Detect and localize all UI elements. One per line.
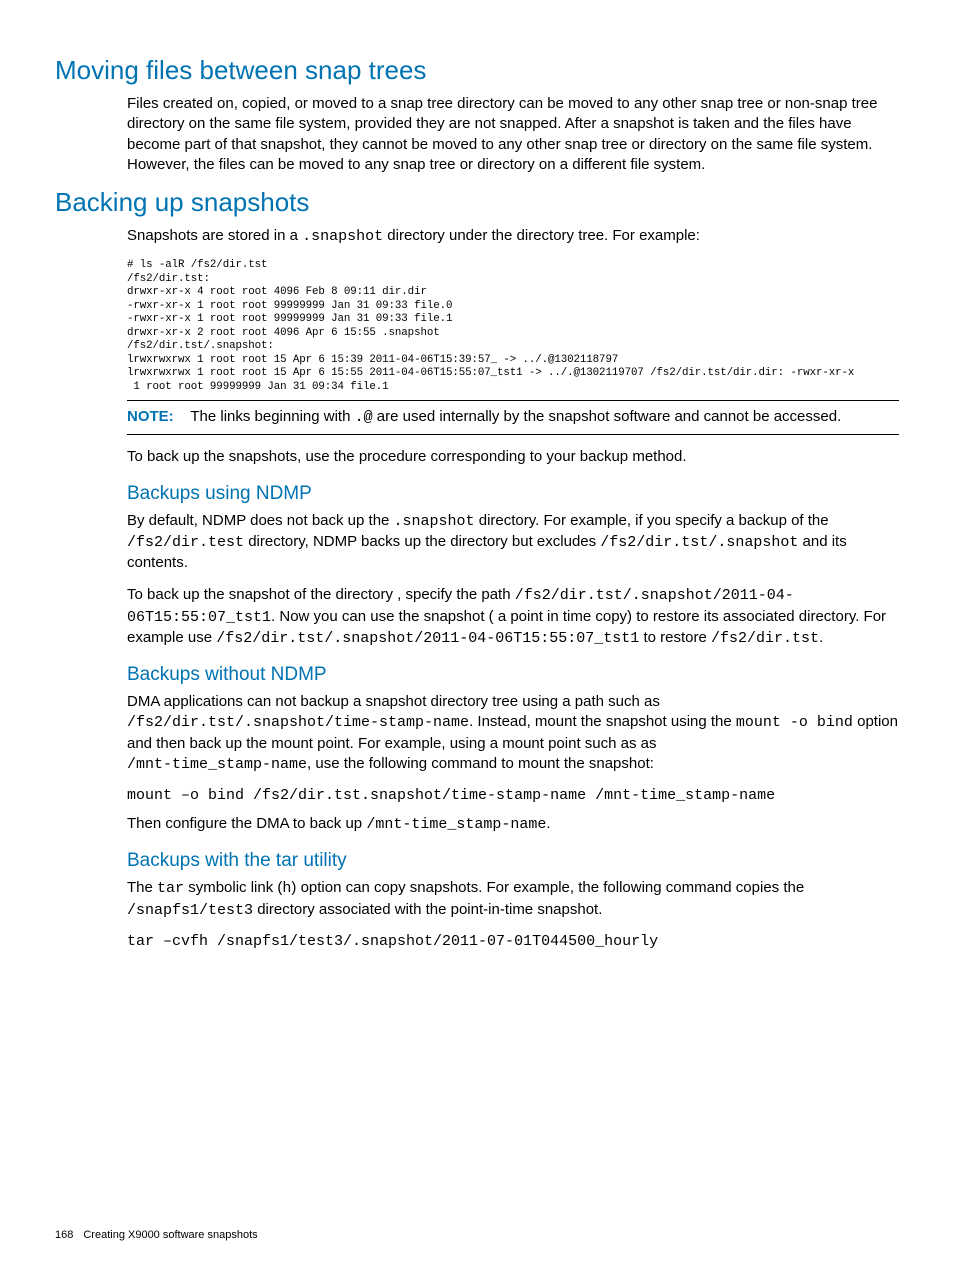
para-ndmp-2: To back up the snapshot of the directory… [127,585,899,649]
text: The [127,879,157,896]
heading-tar: Backups with the tar utility [127,850,899,872]
page-number: 168 [55,1229,73,1241]
inline-code: mount -o bind [736,714,853,731]
text: ) option can copy snapshots. For example… [291,879,804,896]
text: . [819,629,823,646]
text: To back up the snapshot of the directory… [127,586,515,603]
note-box: NOTE: The links beginning with .@ are us… [127,400,899,435]
code-ls-output: # ls -alR /fs2/dir.tst /fs2/dir.tst: drw… [127,259,899,394]
text: . Instead, mount the snapshot using the [469,713,736,730]
heading-backing-up: Backing up snapshots [55,187,899,218]
text: DMA applications can not backup a snapsh… [127,693,660,710]
text: directory under the directory tree. For … [383,227,700,244]
page-footer: 168 Creating X9000 software snapshots [55,1229,258,1241]
heading-moving-files: Moving files between snap trees [55,55,899,86]
note-label: NOTE: [127,408,174,425]
para-snapshot-intro: Snapshots are stored in a .snapshot dire… [127,226,899,247]
text: By default, NDMP does not back up the [127,512,394,529]
inline-code: /fs2/dir.tst/.snapshot/2011-04-06T15:55:… [216,630,639,647]
heading-ndmp: Backups using NDMP [127,483,899,505]
para-dma-config: Then configure the DMA to back up /mnt-t… [127,814,899,835]
cmd-mount: mount –o bind /fs2/dir.tst.snapshot/time… [127,787,899,804]
text: Then configure the DMA to back up [127,815,366,832]
cmd-tar: tar –cvfh /snapfs1/test3/.snapshot/2011-… [127,933,899,950]
text: The links beginning with [190,408,354,425]
para-ndmp-1: By default, NDMP does not back up the .s… [127,511,899,574]
heading-without-ndmp: Backups without NDMP [127,664,899,686]
inline-code: .snapshot [394,513,475,530]
inline-code: /fs2/dir.tst [711,630,819,647]
text: symbolic link ( [184,879,282,896]
inline-code: tar [157,880,184,897]
inline-code: /fs2/dir.test [127,534,244,551]
para-backup-proc: To back up the snapshots, use the proced… [127,447,899,467]
inline-code: /snapfs1/test3 [127,902,253,919]
para-moving-files: Files created on, copied, or moved to a … [127,94,899,175]
text: to restore [639,629,711,646]
text: directory associated with the point-in-t… [253,901,602,918]
text: are used internally by the snapshot soft… [373,408,842,425]
text: directory, NDMP backs up the directory b… [244,533,600,550]
text: , use the following command to mount the… [307,755,654,772]
inline-code: .snapshot [302,228,383,245]
text: Snapshots are stored in a [127,227,302,244]
text: . [546,815,550,832]
para-tar: The tar symbolic link (h) option can cop… [127,878,899,921]
text: directory. For example, if you specify a… [475,512,829,529]
inline-code: /mnt-time_stamp-name [366,816,546,833]
footer-title: Creating X9000 software snapshots [83,1229,257,1241]
inline-code: /mnt-time_stamp-name [127,756,307,773]
inline-code: /fs2/dir.tst/.snapshot/time-stamp-name [127,714,469,731]
para-without-ndmp: DMA applications can not backup a snapsh… [127,692,899,775]
inline-code: /fs2/dir.tst/.snapshot [600,534,798,551]
inline-code: .@ [355,409,373,426]
